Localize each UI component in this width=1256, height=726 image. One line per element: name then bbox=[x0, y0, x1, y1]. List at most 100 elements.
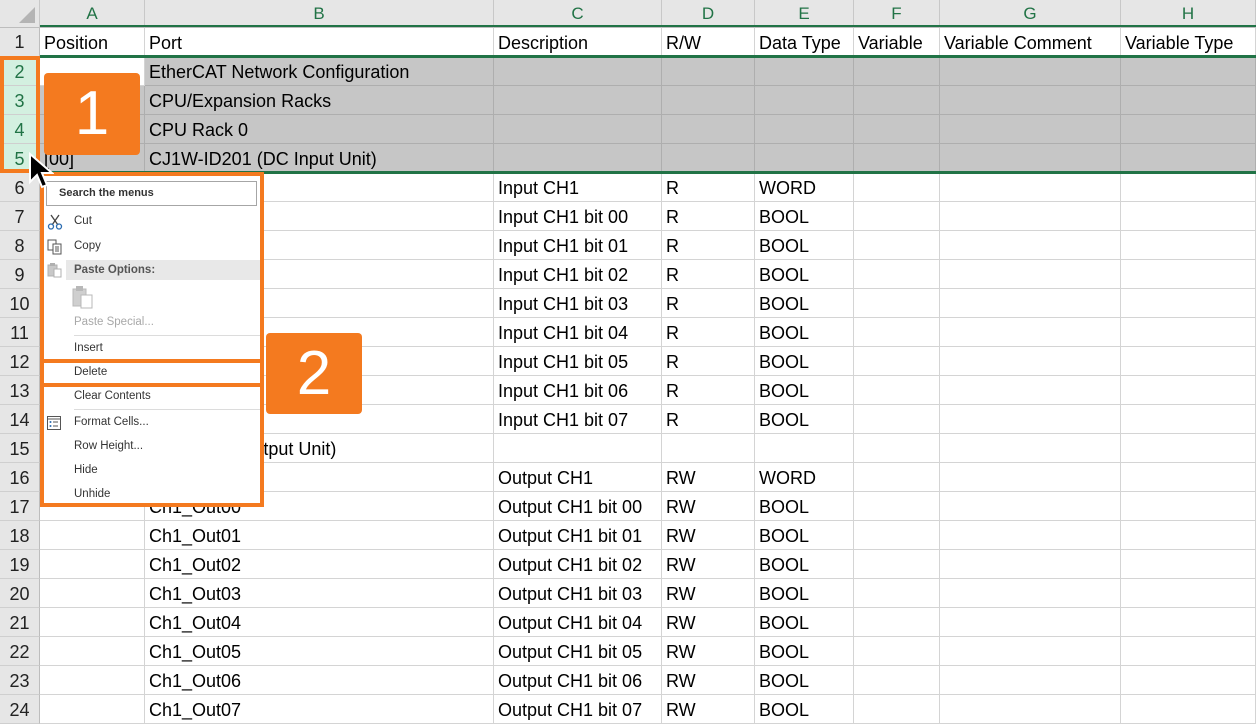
cell-g4[interactable] bbox=[940, 115, 1121, 144]
cell-c2[interactable] bbox=[494, 57, 662, 86]
cell-g19[interactable] bbox=[940, 550, 1121, 579]
cell-h19[interactable] bbox=[1121, 550, 1256, 579]
row-header[interactable]: 12 bbox=[0, 347, 40, 376]
cell-g20[interactable] bbox=[940, 579, 1121, 608]
cell-b18[interactable]: Ch1_Out01 bbox=[145, 521, 494, 550]
header-cell[interactable]: Variable bbox=[854, 28, 940, 57]
cell-e21[interactable]: BOOL bbox=[755, 608, 854, 637]
row-header[interactable]: 19 bbox=[0, 550, 40, 579]
select-all-corner[interactable] bbox=[0, 0, 40, 28]
cell-a23[interactable] bbox=[40, 666, 145, 695]
cell-c5[interactable] bbox=[494, 144, 662, 173]
cell-e4[interactable] bbox=[755, 115, 854, 144]
cell-c4[interactable] bbox=[494, 115, 662, 144]
cell-b23[interactable]: Ch1_Out06 bbox=[145, 666, 494, 695]
cell-h7[interactable] bbox=[1121, 202, 1256, 231]
paste-default-icon[interactable] bbox=[72, 285, 94, 309]
header-cell[interactable]: Port bbox=[145, 28, 494, 57]
cell-e24[interactable]: BOOL bbox=[755, 695, 854, 724]
cell-h17[interactable] bbox=[1121, 492, 1256, 521]
cell-e7[interactable]: BOOL bbox=[755, 202, 854, 231]
cell-c16[interactable]: Output CH1 bbox=[494, 463, 662, 492]
cell-b20[interactable]: Ch1_Out03 bbox=[145, 579, 494, 608]
cell-e8[interactable]: BOOL bbox=[755, 231, 854, 260]
column-header-b[interactable]: B bbox=[145, 0, 494, 28]
cell-d20[interactable]: RW bbox=[662, 579, 755, 608]
cell-h4[interactable] bbox=[1121, 115, 1256, 144]
cell-c24[interactable]: Output CH1 bit 07 bbox=[494, 695, 662, 724]
row-header[interactable]: 23 bbox=[0, 666, 40, 695]
cell-d12[interactable]: R bbox=[662, 347, 755, 376]
cell-a22[interactable] bbox=[40, 637, 145, 666]
row-header[interactable]: 10 bbox=[0, 289, 40, 318]
row-header[interactable]: 18 bbox=[0, 521, 40, 550]
cell-h6[interactable] bbox=[1121, 173, 1256, 202]
cell-h15[interactable] bbox=[1121, 434, 1256, 463]
cell-f2[interactable] bbox=[854, 57, 940, 86]
header-cell[interactable]: Variable Type bbox=[1121, 28, 1256, 57]
cell-g21[interactable] bbox=[940, 608, 1121, 637]
cell-f3[interactable] bbox=[854, 86, 940, 115]
row-header[interactable]: 16 bbox=[0, 463, 40, 492]
cell-g2[interactable] bbox=[940, 57, 1121, 86]
cell-f17[interactable] bbox=[854, 492, 940, 521]
cell-g8[interactable] bbox=[940, 231, 1121, 260]
cell-e20[interactable]: BOOL bbox=[755, 579, 854, 608]
cell-e11[interactable]: BOOL bbox=[755, 318, 854, 347]
cell-g11[interactable] bbox=[940, 318, 1121, 347]
row-header[interactable]: 7 bbox=[0, 202, 40, 231]
cell-c15[interactable] bbox=[494, 434, 662, 463]
cell-g9[interactable] bbox=[940, 260, 1121, 289]
cell-d14[interactable]: R bbox=[662, 405, 755, 434]
cell-f8[interactable] bbox=[854, 231, 940, 260]
column-header-f[interactable]: F bbox=[854, 0, 940, 28]
cell-h9[interactable] bbox=[1121, 260, 1256, 289]
column-header-h[interactable]: H bbox=[1121, 0, 1256, 28]
header-cell[interactable]: Data Type bbox=[755, 28, 854, 57]
cell-a24[interactable] bbox=[40, 695, 145, 724]
cell-d16[interactable]: RW bbox=[662, 463, 755, 492]
cell-d4[interactable] bbox=[662, 115, 755, 144]
cell-e22[interactable]: BOOL bbox=[755, 637, 854, 666]
cell-f12[interactable] bbox=[854, 347, 940, 376]
cell-g17[interactable] bbox=[940, 492, 1121, 521]
cell-e23[interactable]: BOOL bbox=[755, 666, 854, 695]
cell-d11[interactable]: R bbox=[662, 318, 755, 347]
cell-e9[interactable]: BOOL bbox=[755, 260, 854, 289]
cell-e6[interactable]: WORD bbox=[755, 173, 854, 202]
cell-h21[interactable] bbox=[1121, 608, 1256, 637]
cell-f7[interactable] bbox=[854, 202, 940, 231]
cell-g6[interactable] bbox=[940, 173, 1121, 202]
cell-e13[interactable]: BOOL bbox=[755, 376, 854, 405]
cell-a19[interactable] bbox=[40, 550, 145, 579]
cell-d3[interactable] bbox=[662, 86, 755, 115]
cell-g16[interactable] bbox=[940, 463, 1121, 492]
row-header[interactable]: 20 bbox=[0, 579, 40, 608]
cell-c11[interactable]: Input CH1 bit 04 bbox=[494, 318, 662, 347]
cell-f21[interactable] bbox=[854, 608, 940, 637]
cell-e16[interactable]: WORD bbox=[755, 463, 854, 492]
cell-f22[interactable] bbox=[854, 637, 940, 666]
cell-b2[interactable]: EtherCAT Network Configuration bbox=[145, 57, 494, 86]
cell-h13[interactable] bbox=[1121, 376, 1256, 405]
cell-h3[interactable] bbox=[1121, 86, 1256, 115]
menu-item-delete[interactable]: Delete bbox=[74, 366, 107, 378]
cell-g10[interactable] bbox=[940, 289, 1121, 318]
cell-c7[interactable]: Input CH1 bit 00 bbox=[494, 202, 662, 231]
cell-d18[interactable]: RW bbox=[662, 521, 755, 550]
cell-h11[interactable] bbox=[1121, 318, 1256, 347]
cell-g23[interactable] bbox=[940, 666, 1121, 695]
cell-f16[interactable] bbox=[854, 463, 940, 492]
column-header-a[interactable]: A bbox=[40, 0, 145, 28]
cell-f23[interactable] bbox=[854, 666, 940, 695]
cell-c3[interactable] bbox=[494, 86, 662, 115]
header-cell[interactable]: Variable Comment bbox=[940, 28, 1121, 57]
cell-c17[interactable]: Output CH1 bit 00 bbox=[494, 492, 662, 521]
cell-d6[interactable]: R bbox=[662, 173, 755, 202]
menu-item-insert[interactable]: Insert bbox=[74, 342, 103, 354]
column-header-e[interactable]: E bbox=[755, 0, 854, 28]
row-header[interactable]: 22 bbox=[0, 637, 40, 666]
cell-a21[interactable] bbox=[40, 608, 145, 637]
cell-d2[interactable] bbox=[662, 57, 755, 86]
cell-e15[interactable] bbox=[755, 434, 854, 463]
